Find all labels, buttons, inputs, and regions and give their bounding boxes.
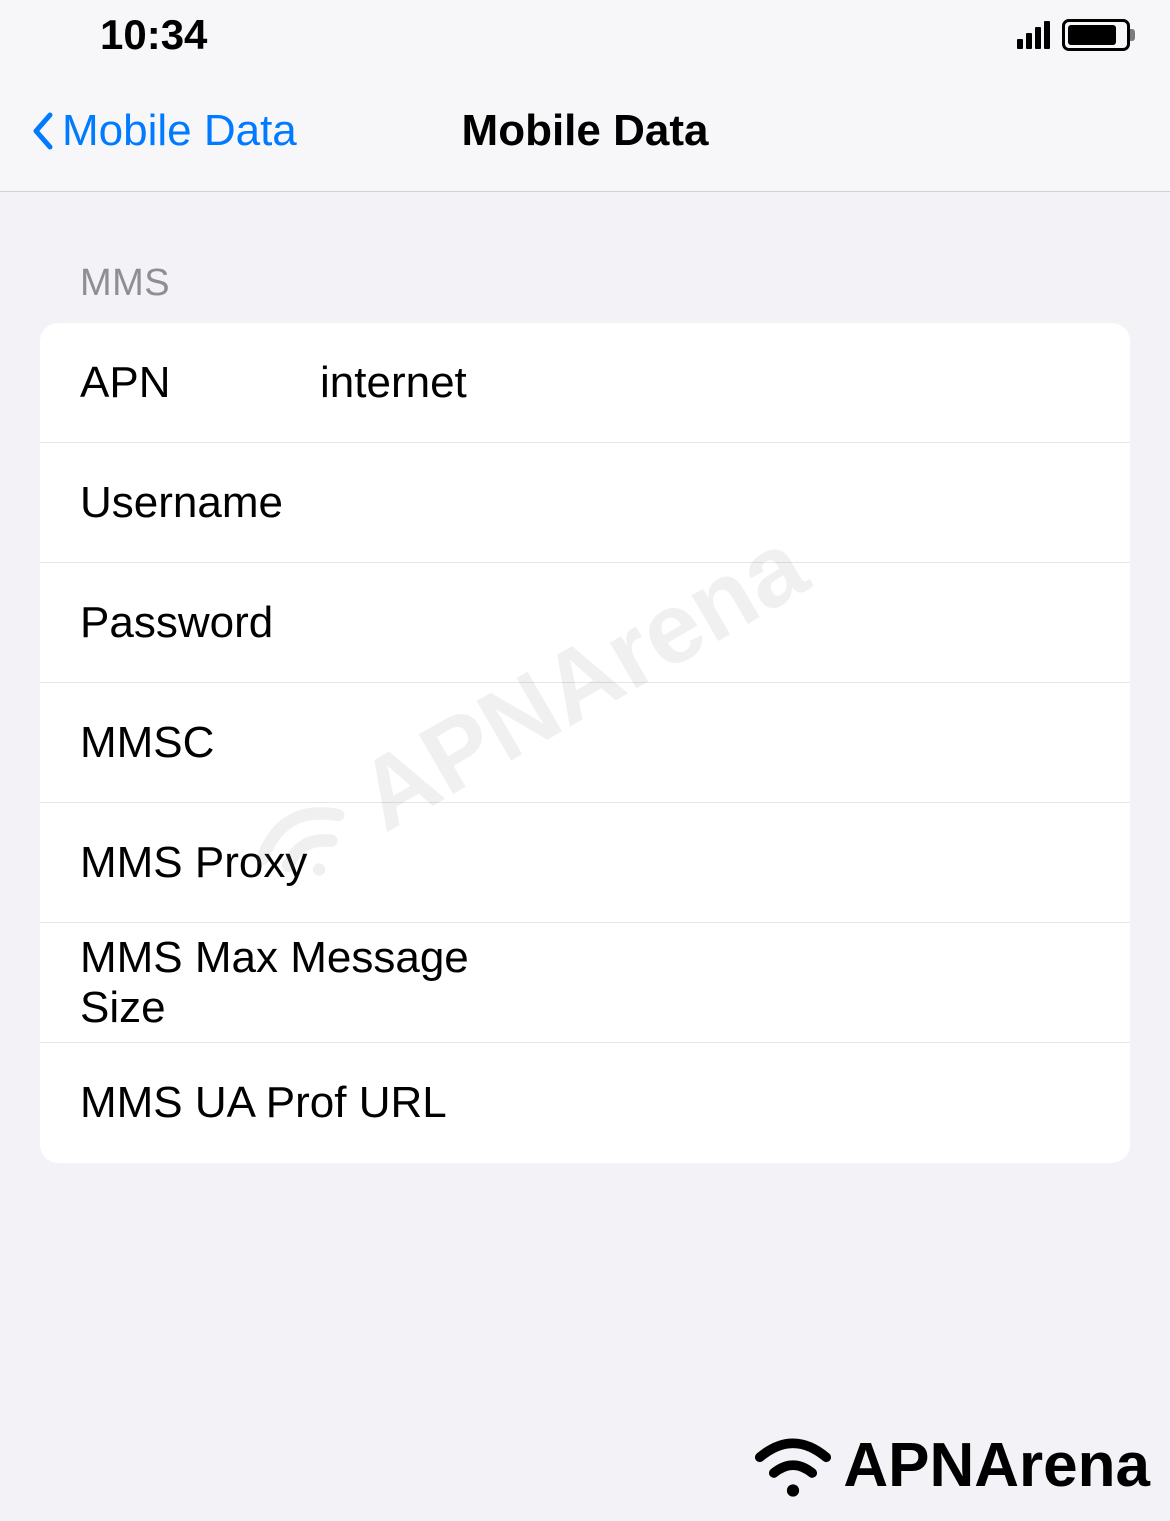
mms-proxy-input[interactable]: [515, 838, 1090, 888]
mms-ua-prof-input[interactable]: [515, 1078, 1090, 1128]
row-label: Password: [80, 598, 320, 648]
status-icons: [1017, 19, 1130, 51]
row-label: Username: [80, 478, 320, 528]
back-button-label: Mobile Data: [62, 106, 297, 156]
mms-max-size-input[interactable]: [515, 958, 1090, 1008]
apn-input[interactable]: [320, 358, 1090, 408]
settings-row-mms-proxy[interactable]: MMS Proxy: [40, 803, 1130, 923]
footer-logo: APNArena: [748, 1430, 1150, 1501]
row-label: MMSC: [80, 718, 320, 768]
section-header-mms: MMS: [80, 262, 1130, 305]
password-input[interactable]: [320, 598, 1090, 648]
cellular-signal-icon: [1017, 21, 1050, 49]
settings-group-mms: APN Username Password MMSC MMS Proxy MMS…: [40, 323, 1130, 1163]
wifi-icon: [748, 1431, 838, 1501]
navigation-bar: Mobile Data Mobile Data: [0, 70, 1170, 192]
content-area: MMS APN Username Password MMSC MMS Proxy: [0, 192, 1170, 1163]
back-button[interactable]: Mobile Data: [30, 106, 297, 156]
status-bar: 10:34: [0, 0, 1170, 70]
settings-row-mms-max-size[interactable]: MMS Max Message Size: [40, 923, 1130, 1043]
settings-row-apn[interactable]: APN: [40, 323, 1130, 443]
username-input[interactable]: [320, 478, 1090, 528]
settings-row-mmsc[interactable]: MMSC: [40, 683, 1130, 803]
settings-row-password[interactable]: Password: [40, 563, 1130, 683]
row-label: MMS Proxy: [80, 838, 515, 888]
mmsc-input[interactable]: [320, 718, 1090, 768]
row-label: MMS Max Message Size: [80, 933, 515, 1033]
row-label: APN: [80, 358, 320, 408]
page-title: Mobile Data: [462, 106, 709, 156]
battery-icon: [1062, 19, 1130, 51]
settings-row-username[interactable]: Username: [40, 443, 1130, 563]
row-label: MMS UA Prof URL: [80, 1078, 515, 1128]
chevron-left-icon: [30, 111, 54, 151]
settings-row-mms-ua-prof[interactable]: MMS UA Prof URL: [40, 1043, 1130, 1163]
status-time: 10:34: [100, 11, 207, 59]
